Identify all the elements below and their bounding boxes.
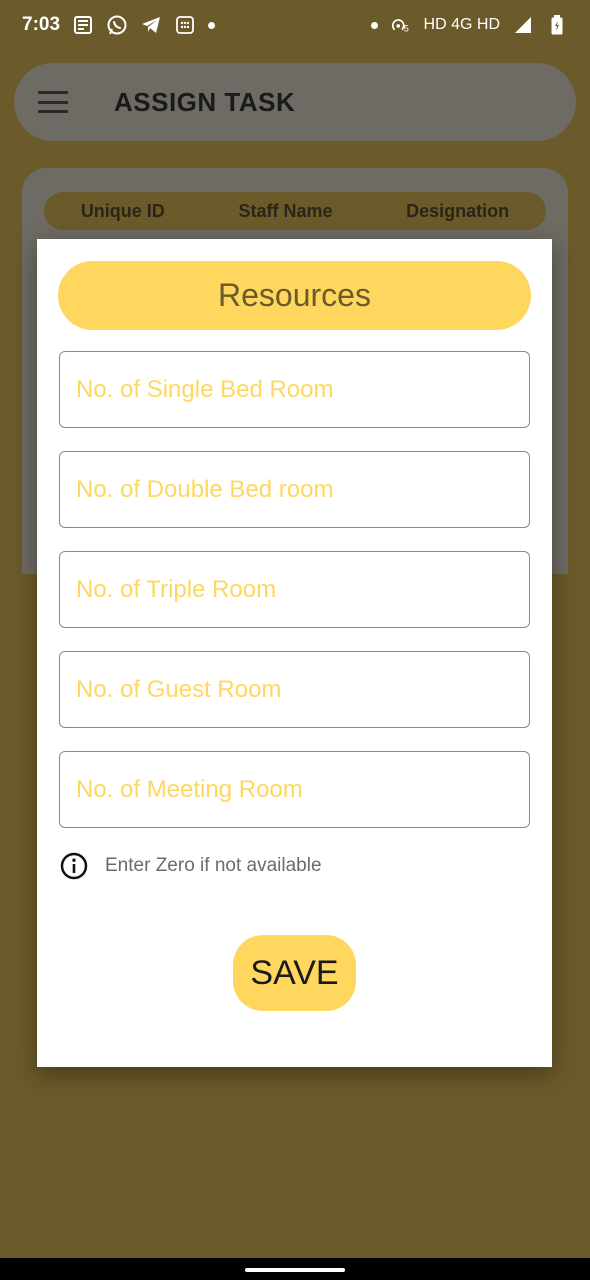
info-icon bbox=[59, 851, 89, 881]
triple-room-field[interactable] bbox=[59, 551, 530, 628]
resources-dialog: Resources Enter Zero if not available SA… bbox=[37, 239, 552, 1067]
guest-room-field[interactable] bbox=[59, 651, 530, 728]
save-button[interactable]: SAVE bbox=[233, 935, 356, 1011]
table-header: Unique ID Staff Name Designation bbox=[44, 192, 546, 230]
hint-row: Enter Zero if not available bbox=[59, 851, 322, 881]
news-icon bbox=[72, 14, 94, 36]
column-header-unique-id: Unique ID bbox=[80, 200, 165, 221]
calculator-icon bbox=[174, 14, 196, 36]
page-title: ASSIGN TASK bbox=[114, 86, 296, 117]
status-right: 5 HD 4G HD bbox=[370, 14, 568, 36]
notification-dot-icon bbox=[370, 21, 378, 29]
battery-icon bbox=[546, 14, 568, 36]
hamburger-menu-icon[interactable] bbox=[38, 91, 68, 113]
status-bar: 7:03 5 HD 4G HD bbox=[0, 0, 590, 50]
double-bed-room-field[interactable] bbox=[59, 451, 530, 528]
navigation-bar bbox=[0, 1258, 590, 1280]
meeting-room-field[interactable] bbox=[59, 751, 530, 828]
status-left: 7:03 bbox=[22, 14, 216, 36]
svg-text:5: 5 bbox=[403, 23, 408, 33]
network-text: HD 4G HD bbox=[423, 16, 500, 33]
column-header-staff-name: Staff Name bbox=[238, 200, 333, 221]
notification-dot-icon bbox=[208, 21, 216, 29]
hotspot-icon: 5 bbox=[390, 14, 412, 36]
status-time: 7:03 bbox=[22, 14, 61, 35]
column-header-designation: Designation bbox=[406, 200, 510, 221]
single-bed-room-field[interactable] bbox=[59, 351, 530, 428]
home-indicator[interactable] bbox=[245, 1268, 345, 1272]
dialog-title: Resources bbox=[58, 261, 531, 330]
signal-icon bbox=[512, 14, 534, 36]
app-bar: ASSIGN TASK bbox=[14, 63, 576, 141]
telegram-icon bbox=[140, 14, 162, 36]
hint-text: Enter Zero if not available bbox=[105, 855, 322, 876]
whatsapp-icon bbox=[106, 14, 128, 36]
